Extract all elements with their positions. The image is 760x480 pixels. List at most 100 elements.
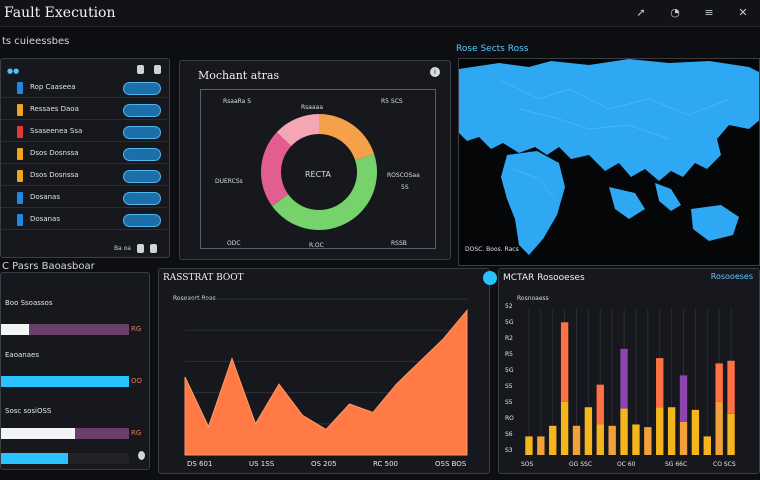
list-item-label: Ressaes Daoa <box>30 105 79 113</box>
map-landmass <box>655 183 681 211</box>
chart-label: R.OC <box>309 242 324 249</box>
column-bar <box>727 413 735 455</box>
toggle-button[interactable] <box>123 82 161 95</box>
column-bar <box>596 384 604 425</box>
progress-bar <box>1 428 129 439</box>
map-landmass <box>459 59 759 181</box>
column-bar <box>715 401 723 455</box>
area-chart <box>184 298 468 456</box>
list-item-label: Rop Caaseea <box>30 83 76 91</box>
chart-label: RSSB <box>391 240 407 247</box>
list-item[interactable]: Dosanas <box>1 211 167 230</box>
y-tick-label: R2 <box>505 335 513 342</box>
x-tick-label: SOS <box>521 461 534 468</box>
donut-panel: Mochant atras i RsaaRa S Rsaaaa R5 SCS D… <box>179 60 451 260</box>
page-icon[interactable] <box>137 244 144 253</box>
list-header: ●● <box>7 67 20 75</box>
x-tick-label: OS 205 <box>311 460 337 468</box>
x-tick-label: RC 500 <box>373 460 398 468</box>
toggle-button[interactable] <box>123 104 161 117</box>
section-label: C Pasrs Baoasboar <box>2 261 95 272</box>
column-bar <box>632 424 640 455</box>
status-marker <box>17 104 23 116</box>
map-landmass <box>501 151 565 255</box>
list-item[interactable]: Dosanas <box>1 189 167 208</box>
progress-fill <box>1 453 68 464</box>
area-series <box>184 308 468 456</box>
toggle-button[interactable] <box>123 148 161 161</box>
column-bar <box>644 427 652 455</box>
list-item[interactable]: Dsos Dosnssa <box>1 145 167 164</box>
map-landmass <box>691 205 739 241</box>
column-bar <box>715 363 723 402</box>
settings-icon[interactable] <box>483 271 497 285</box>
arrow-icon[interactable]: ➚ <box>634 6 648 20</box>
section-label: ts cuieessbes <box>2 36 70 47</box>
column-bar <box>691 409 700 455</box>
list-item[interactable]: Dsos Dosnssa <box>1 167 167 186</box>
panel-title: Mochant atras <box>198 69 280 82</box>
y-tick-label: 52 <box>505 303 513 310</box>
toggle-button[interactable] <box>123 214 161 227</box>
donut-center-label: RECTA <box>305 170 331 179</box>
list-item[interactable]: Ressaes Daoa <box>1 101 167 120</box>
list-item[interactable]: Rop Caaseea <box>1 79 167 98</box>
bar-label: Eaoanaes <box>5 351 39 359</box>
column-bar <box>560 401 569 455</box>
status-marker <box>17 148 23 160</box>
column-bar <box>667 407 676 455</box>
toggle-button[interactable] <box>123 170 161 183</box>
clock-icon[interactable]: ◔ <box>668 6 682 20</box>
list-item-label: Dosanas <box>30 193 60 201</box>
list-item[interactable]: Ssaseenea Ssa <box>1 123 167 142</box>
toggle-button[interactable] <box>123 126 161 139</box>
info-icon[interactable]: i <box>430 67 440 77</box>
column-bar <box>537 436 545 455</box>
column-chart <box>525 309 735 455</box>
map-landmass <box>609 187 645 219</box>
donut-frame: RsaaRa S Rsaaaa R5 SCS DUERCSs ROSCOSaa … <box>200 89 436 249</box>
column-bar <box>727 360 735 414</box>
list-item-label: Ssaseenea Ssa <box>30 127 83 135</box>
world-map[interactable]: DOSC. Boos. Racs <box>458 58 760 266</box>
bar-value: OO <box>131 377 143 385</box>
bar-label: Sosc sosiOSS <box>5 407 52 415</box>
chart-label: Rsaaaa <box>301 104 324 111</box>
chart-label: 5S <box>401 184 409 191</box>
chart-label: RsaaRa S <box>223 98 252 105</box>
list-footer: Ba oa <box>114 244 157 253</box>
circle-icon[interactable] <box>138 451 145 460</box>
map-caption: DOSC. Boos. Racs <box>465 246 519 253</box>
map-title: Rose Sects Ross <box>456 44 529 54</box>
y-tick-label: S3 <box>505 447 513 454</box>
menu-icon[interactable]: ≡ <box>702 6 716 20</box>
filter-icon[interactable] <box>137 65 144 74</box>
page-icon[interactable] <box>150 244 157 253</box>
y-tick-label: R5 <box>505 351 513 358</box>
x-tick-label: OC 60 <box>617 461 636 468</box>
progress-bar <box>1 453 129 464</box>
y-tick-label: RO <box>505 415 514 422</box>
bar-value: RG <box>131 325 142 333</box>
list-panel: ●● Rop Caaseea Ressaes Daoa Ssaseenea Ss… <box>0 58 170 258</box>
top-bar: Fault Execution ➚ ◔ ≡ ✕ <box>0 0 760 27</box>
column-bar <box>560 322 569 402</box>
x-tick-label: GG SSC <box>569 461 593 468</box>
app-title: Fault Execution <box>4 5 116 21</box>
column-bar <box>620 348 628 409</box>
y-tick-label: 5G <box>505 367 514 374</box>
progress-fill <box>1 428 76 439</box>
x-tick-label: OSS BOS <box>435 460 467 468</box>
x-tick-label: SG 66C <box>665 461 688 468</box>
bar-label: Boo Ssoassos <box>5 299 53 307</box>
column-bar <box>620 408 628 455</box>
chart-label: ODC <box>227 240 241 247</box>
progress-bar <box>1 324 129 335</box>
more-icon[interactable] <box>154 65 161 74</box>
y-tick-label: S6 <box>505 431 513 438</box>
progress-fill <box>1 324 30 335</box>
close-icon[interactable]: ✕ <box>736 6 750 20</box>
y-tick-label: S5 <box>505 399 513 406</box>
toggle-button[interactable] <box>123 192 161 205</box>
y-tick-label: 5G <box>505 319 514 326</box>
